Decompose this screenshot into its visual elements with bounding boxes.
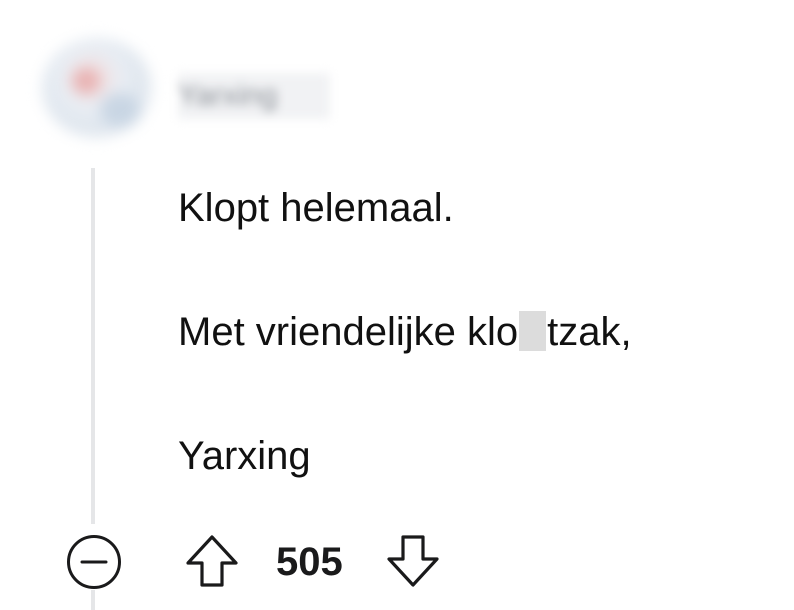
arrow-up-icon: [186, 535, 238, 587]
thread-line[interactable]: [91, 168, 95, 524]
minus-circle-icon: [67, 535, 121, 589]
comment-line: Met vriendelijke klo tzak,: [178, 302, 632, 362]
arrow-down-icon: [387, 535, 439, 587]
comment-line: Klopt helemaal.: [178, 186, 454, 230]
comment-body: Klopt helemaal. Met vriendelijke klo tzak…: [178, 178, 632, 486]
collapse-button[interactable]: [66, 534, 122, 590]
downvote-button[interactable]: [385, 533, 441, 589]
comment-text: tzak,: [547, 310, 632, 354]
comment-line: Yarxing: [178, 434, 311, 478]
thread-line[interactable]: [91, 590, 95, 610]
avatar-blob: [72, 68, 100, 94]
upvote-button[interactable]: [184, 533, 240, 589]
avatar-blob: [100, 93, 140, 127]
avatar[interactable]: [42, 38, 152, 138]
comment-text: Met vriendelijke klo: [178, 310, 519, 354]
vote-score: 505: [276, 540, 343, 584]
comment-author[interactable]: Yarxing: [178, 73, 330, 119]
censor-block: [519, 311, 547, 351]
